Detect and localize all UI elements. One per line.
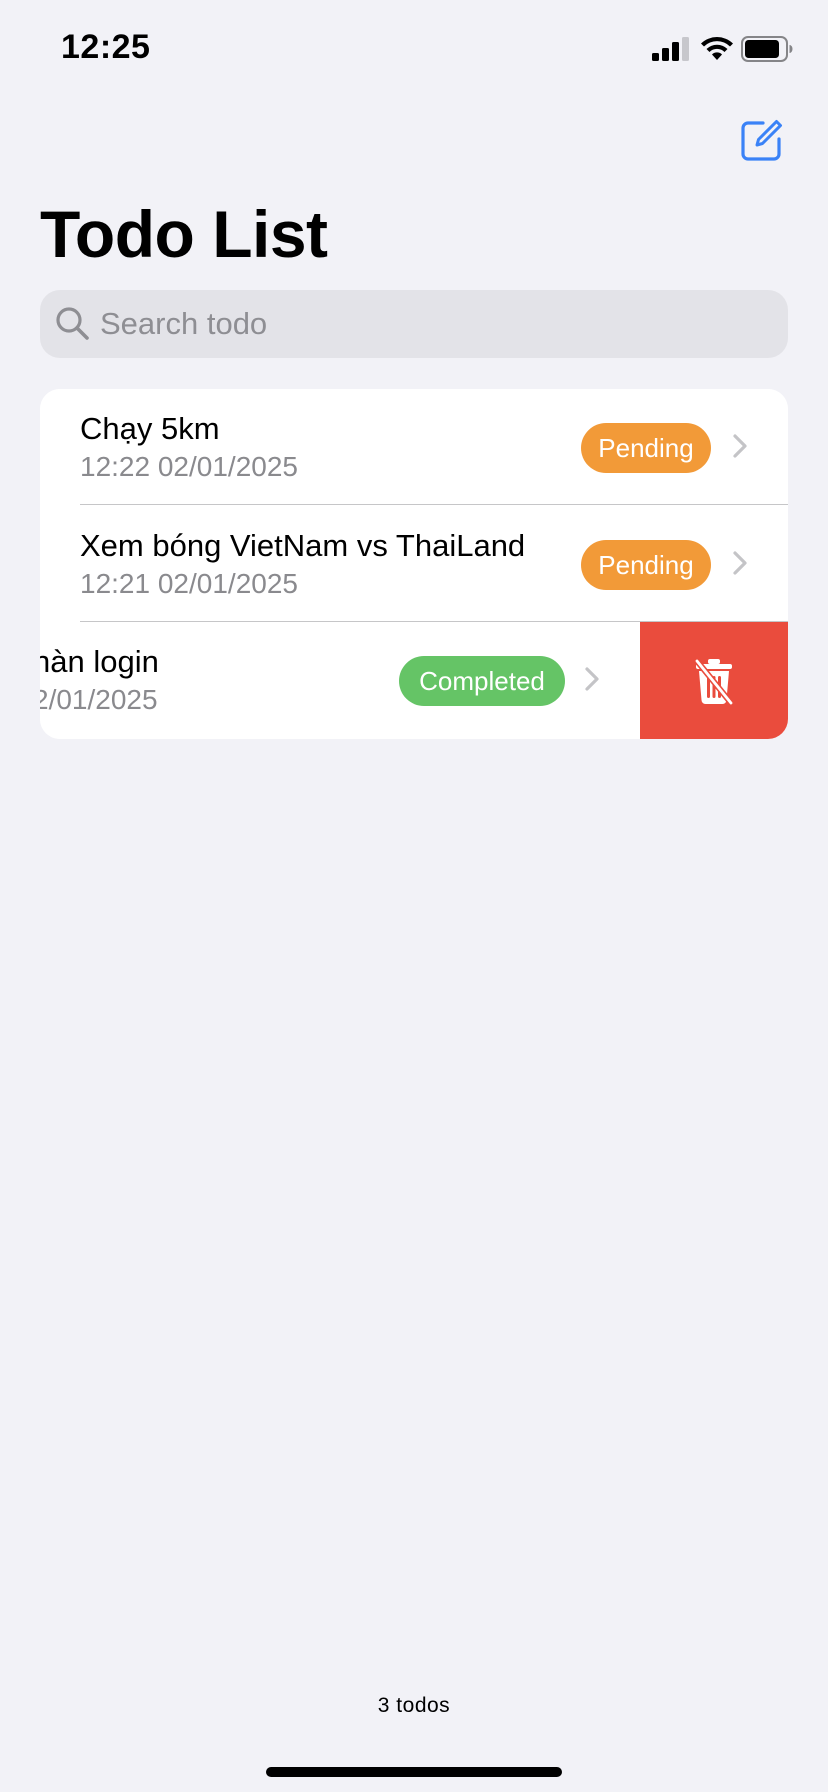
todo-date: 12:21 02/01/2025 — [80, 568, 298, 599]
todo-date: 2/01/2025 — [40, 684, 158, 715]
status-bar: 12:25 — [0, 0, 828, 100]
status-badge: Pending — [581, 540, 711, 590]
home-indicator — [266, 1767, 562, 1777]
todo-title: Chạy 5km — [80, 411, 220, 446]
chevron-right-icon — [733, 551, 747, 575]
page-title: Todo List — [40, 197, 328, 271]
search-icon — [56, 307, 89, 340]
status-badge: Completed — [399, 656, 565, 706]
row-separator — [80, 504, 788, 505]
delete-button[interactable] — [640, 622, 788, 739]
wifi-icon — [701, 37, 733, 60]
todo-count: 3 todos — [377, 1694, 451, 1717]
todo-date: 12:22 02/01/2025 — [80, 451, 298, 482]
todo-row[interactable]: hàn login 2/01/2025 Completed — [40, 622, 640, 739]
chevron-right-icon — [733, 434, 747, 458]
status-badge: Pending — [581, 423, 711, 473]
compose-button[interactable] — [738, 116, 786, 164]
trash-slash-icon — [694, 657, 734, 705]
status-time: 12:25 — [61, 28, 151, 66]
todo-list: Chạy 5km 12:22 02/01/2025 Pending Xem bó… — [40, 389, 788, 739]
search-bar[interactable] — [40, 290, 788, 358]
battery-icon — [741, 36, 793, 62]
todo-row[interactable]: Chạy 5km 12:22 02/01/2025 Pending — [40, 389, 788, 505]
square-pencil-icon — [741, 120, 782, 161]
chevron-right-icon — [585, 667, 599, 691]
todo-title: Xem bóng VietNam vs ThaiLand — [80, 528, 526, 563]
cellular-signal-icon — [652, 37, 689, 61]
todo-title: hàn login — [40, 644, 159, 679]
todo-row[interactable]: Xem bóng VietNam vs ThaiLand 12:21 02/01… — [40, 506, 788, 622]
search-input[interactable] — [98, 290, 770, 358]
